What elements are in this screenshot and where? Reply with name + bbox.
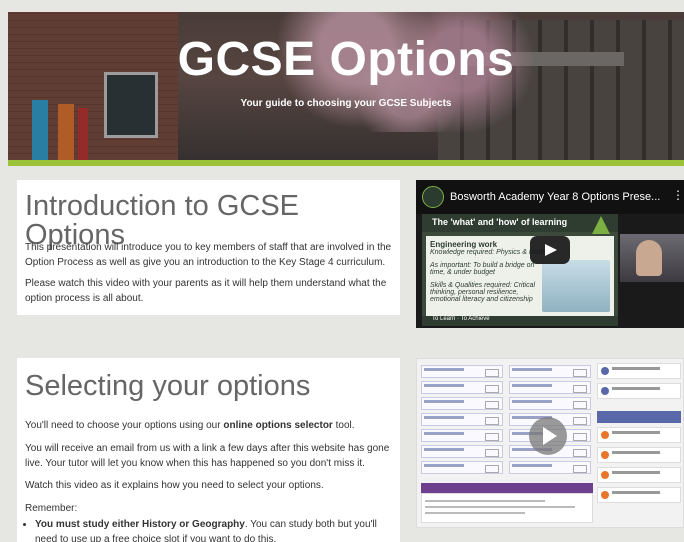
video-slide: The 'what' and 'how' of learning Enginee… [422, 214, 618, 326]
selector-video-player[interactable] [416, 358, 684, 528]
options-selector-text: online options selector [223, 420, 333, 431]
selecting-paragraph-1: You'll need to choose your options using… [25, 420, 355, 431]
intro-video-player[interactable]: Bosworth Academy Year 8 Options Prese...… [416, 180, 684, 328]
accent-divider [8, 160, 684, 166]
slide-skills: Skills & Qualities required: Critical th… [430, 282, 536, 303]
video-title[interactable]: Bosworth Academy Year 8 Options Prese... [450, 191, 660, 203]
play-button-icon[interactable] [529, 417, 567, 455]
page-title: GCSE Options [177, 33, 515, 86]
hero-banner: GCSE Options Your guide to choosing your… [8, 12, 684, 160]
slide-important: As important: To build a bridge on time,… [430, 262, 535, 276]
more-options-icon[interactable]: ⋮ [672, 188, 684, 202]
play-button-icon[interactable] [530, 236, 570, 264]
selecting-paragraph-2: You will receive an email from us with a… [25, 443, 390, 469]
slide-heading: Engineering work [430, 240, 498, 249]
intro-section: Introduction to GCSE Options This presen… [17, 180, 400, 315]
remember-label: Remember: [25, 503, 78, 514]
remember-list: You must study either History or Geograp… [35, 517, 397, 542]
selecting-section: Selecting your options You'll need to ch… [17, 358, 400, 542]
intro-paragraph-1: This presentation will introduce you to … [25, 242, 392, 268]
options-sidebar-preview [597, 363, 681, 523]
slide-footer: To Learn · To Achieve [432, 316, 490, 322]
slide-banner-title: The 'what' and 'how' of learning [432, 217, 568, 227]
selecting-heading: Selecting your options [25, 370, 311, 402]
bridge-image [542, 260, 610, 312]
intro-paragraph-2: Please watch this video with your parent… [25, 278, 387, 304]
presenter-avatar [636, 240, 662, 276]
channel-logo-icon[interactable] [422, 186, 444, 208]
page-subtitle: Your guide to choosing your GCSE Subject… [240, 98, 452, 109]
selecting-paragraph-3: Watch this video as it explains how you … [25, 480, 324, 491]
list-item: You must study either History or Geograp… [35, 517, 397, 542]
